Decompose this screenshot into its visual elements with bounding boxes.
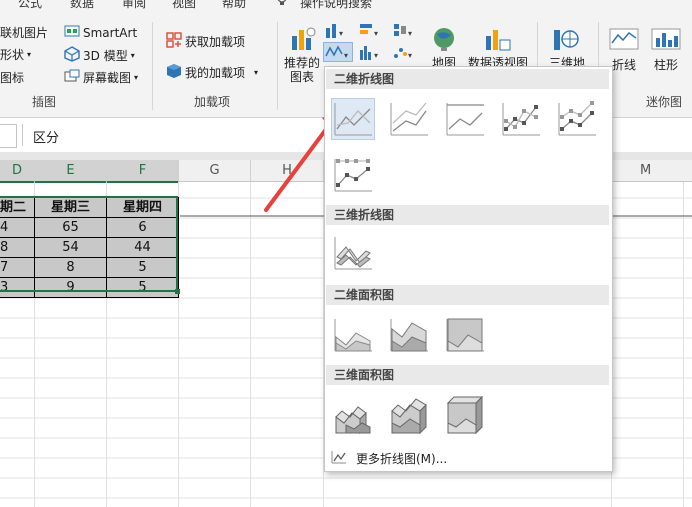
recommended-charts-button[interactable]: 推荐的 图表 [283, 24, 321, 88]
group-divider [152, 22, 153, 110]
svg-text:▾: ▾ [344, 51, 348, 60]
globe-icon [431, 26, 457, 55]
recommended-charts-label-2: 图表 [289, 70, 314, 84]
section-3d-line: 三维折线图 [326, 205, 609, 225]
3d-map-icon [552, 26, 580, 55]
scatter-chart-icon[interactable]: ▾ [392, 44, 416, 65]
screenshot-button[interactable]: 屏幕截图 ▾ [64, 69, 138, 86]
svg-text:▾: ▾ [408, 51, 412, 60]
chevron-down-icon: ▾ [130, 51, 135, 60]
percent-stacked-line-option[interactable] [444, 99, 486, 139]
area-chart-option[interactable] [332, 315, 374, 355]
online-pictures-button[interactable]: 联机图片 [0, 24, 48, 41]
section-3d-area: 三维面积图 [326, 365, 609, 385]
line-chart-option[interactable] [331, 98, 375, 140]
column-header-e[interactable]: E [35, 160, 107, 183]
chevron-down-icon: ▾ [27, 50, 32, 59]
screenshot-label: 屏幕截图 [83, 71, 132, 85]
name-box[interactable] [0, 124, 17, 148]
more-line-charts-label: 更多折线图(M)... [356, 452, 448, 466]
line-markers-option[interactable] [500, 99, 542, 139]
group-divider [277, 22, 278, 110]
column-header-d[interactable]: D [0, 160, 35, 183]
column-header-g[interactable]: G [179, 160, 251, 182]
icons-label: 图标 [0, 71, 25, 85]
smartart-button[interactable]: SmartArt [64, 24, 137, 41]
screenshot-icon [64, 69, 80, 86]
fill-handle[interactable] [175, 289, 180, 294]
selection-border [0, 196, 178, 292]
3d-map-button[interactable]: 三维地 [542, 24, 592, 70]
tab-help[interactable]: 帮助 [222, 0, 246, 11]
statistic-chart-icon[interactable]: ▾ [358, 44, 382, 65]
pivot-chart-button[interactable]: 数据透视图 [466, 24, 530, 70]
column-chart-icon[interactable]: ▾ [324, 22, 348, 43]
bar-chart-icon[interactable]: ▾ [358, 22, 382, 43]
map-chart-button[interactable]: 地图 [426, 24, 462, 70]
tab-formulas[interactable]: 公式 [18, 0, 42, 11]
tab-data[interactable]: 数据 [70, 0, 94, 11]
recommended-charts-label-1: 推荐的 [283, 56, 320, 70]
online-pictures-label: 联机图片 [0, 26, 49, 40]
addins-group-label: 加载项 [194, 95, 231, 109]
tab-view[interactable]: 视图 [172, 0, 196, 11]
3d-percent-stacked-area-option[interactable] [444, 395, 486, 435]
formula-content: 区分 [33, 131, 60, 146]
section-2d-area: 二维面积图 [326, 285, 609, 305]
store-icon [166, 32, 182, 51]
chevron-down-icon: ▾ [134, 73, 139, 82]
tab-review[interactable]: 审阅 [122, 0, 146, 11]
stacked-area-option[interactable] [388, 315, 430, 355]
smartart-label: SmartArt [83, 25, 138, 40]
line-chart-small-icon [331, 450, 347, 467]
3d-model-button[interactable]: 3D 模型 ▾ [64, 46, 135, 65]
more-line-charts-link[interactable]: 更多折线图(M)... [326, 447, 609, 467]
illustrations-group-label: 插图 [32, 95, 57, 109]
3d-line-option[interactable] [332, 233, 374, 273]
chevron-down-icon: ▾ [254, 68, 259, 77]
cube-icon [64, 46, 80, 65]
smartart-icon [64, 24, 80, 41]
hierarchy-chart-icon[interactable]: ▾ [392, 22, 416, 43]
column-header-m[interactable]: M [612, 160, 692, 182]
stacked-line-option[interactable] [388, 99, 430, 139]
my-addins-button[interactable]: 我的加载项 ▾ [166, 63, 258, 82]
svg-text:▾: ▾ [408, 29, 412, 38]
lightbulb-icon [275, 0, 289, 10]
shapes-label: 形状 [0, 48, 25, 62]
svg-text:▾: ▾ [374, 51, 378, 60]
section-2d-line: 二维折线图 [326, 69, 609, 89]
sparkline-column-label: 柱形 [653, 58, 678, 72]
pivot-chart-icon [484, 26, 512, 55]
my-addins-label: 我的加载项 [185, 66, 246, 80]
sparkline-column-button[interactable]: 柱形 [648, 24, 684, 72]
sparklines-group-label: 迷你图 [646, 95, 683, 109]
percent-stacked-area-option[interactable] [444, 315, 486, 355]
percent-stacked-line-markers-option[interactable] [332, 155, 374, 195]
line-chart-dropdown-button[interactable]: ▾ [323, 42, 353, 62]
sparkline-column-icon [651, 28, 681, 53]
sparkline-line-button[interactable]: 折线 [606, 24, 642, 72]
recommended-charts-icon [290, 26, 316, 55]
get-addins-button[interactable]: 获取加载项 [166, 32, 245, 51]
sparkline-line-icon [609, 28, 639, 53]
shapes-button[interactable]: 形状 ▾ [0, 46, 31, 63]
tell-me-search[interactable]: 操作说明搜索 [300, 0, 372, 11]
my-addins-icon [166, 63, 182, 82]
svg-text:▾: ▾ [339, 29, 343, 38]
3d-stacked-area-option[interactable] [388, 395, 430, 435]
3d-area-option[interactable] [332, 395, 374, 435]
svg-text:▾: ▾ [374, 29, 378, 38]
3d-model-label: 3D 模型 [83, 49, 128, 63]
icons-button[interactable]: 图标 [0, 69, 24, 86]
line-chart-dropdown: 二维折线图 三维折线图 二维面积图 三维面积图 更多折线图(M)... [324, 66, 613, 472]
get-addins-label: 获取加载项 [185, 35, 246, 49]
stacked-line-markers-option[interactable] [556, 99, 598, 139]
column-header-f[interactable]: F [107, 160, 179, 183]
